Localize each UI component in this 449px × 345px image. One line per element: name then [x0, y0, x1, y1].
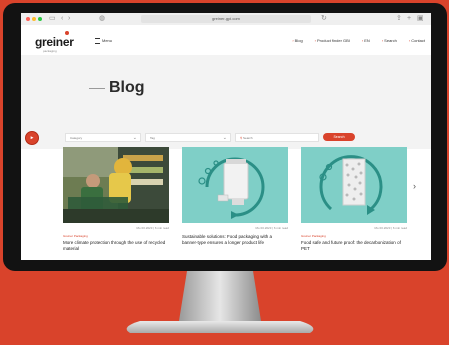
close-window-icon[interactable] — [26, 17, 30, 21]
nav-product-finder[interactable]: Product finder GBI — [315, 38, 350, 43]
site-header: greiner packaging Menu Blog Product find… — [21, 25, 431, 55]
monitor-bezel: ▭ ‹ › ◍ greiner-gpi.com ↻ ⇪ + ▣ greiner … — [3, 3, 447, 271]
blog-hero: Blog — [21, 55, 431, 129]
browser-window: ▭ ‹ › ◍ greiner-gpi.com ↻ ⇪ + ▣ greiner … — [21, 13, 431, 260]
reload-icon[interactable]: ↻ — [321, 14, 327, 24]
carousel-next-icon[interactable]: › — [413, 181, 416, 191]
nav-contact[interactable]: Contact — [409, 38, 425, 43]
menu-label: Menu — [102, 38, 113, 44]
logo-subtitle: packaging — [43, 49, 57, 53]
logo-dot-icon — [65, 31, 69, 35]
tag-select[interactable]: Tag ⌄ — [145, 133, 231, 142]
shield-icon[interactable]: ◍ — [99, 14, 105, 24]
forward-icon[interactable]: › — [68, 14, 70, 24]
card-title[interactable]: Food safe and future proof: the decarbon… — [301, 240, 407, 251]
chevron-down-icon: ⌄ — [132, 135, 137, 141]
blog-card[interactable]: Mo 00.2023 | 6 min read Greiner Packagin… — [63, 147, 169, 251]
chevron-down-icon: ⌄ — [222, 135, 227, 141]
card-image — [182, 147, 288, 223]
supermarket-photo — [63, 147, 169, 223]
card-category[interactable]: Greiner Packaging — [63, 234, 169, 238]
tag-select-label: Tag — [150, 136, 155, 140]
page-title: Blog — [109, 79, 145, 96]
monitor-stand — [179, 271, 261, 321]
tab-overview-icon[interactable]: ▣ — [417, 14, 424, 24]
category-select-label: Category — [70, 136, 83, 140]
card-category[interactable]: Greiner Packaging — [301, 234, 407, 238]
nav-blog[interactable]: Blog — [292, 38, 303, 43]
side-tab-icon[interactable]: ▸ — [25, 131, 39, 145]
filter-bar: Category ⌄ Tag ⌄ ⚲ Search Search — [21, 129, 431, 149]
minimize-window-icon[interactable] — [32, 17, 36, 21]
sidebar-toggle-icon[interactable]: ▭ — [49, 14, 56, 24]
address-bar[interactable]: greiner-gpi.com — [141, 15, 311, 23]
category-select[interactable]: Category ⌄ — [65, 133, 141, 142]
card-date: Mo 00.2023 | 6 min read — [136, 226, 169, 230]
blog-card[interactable]: Mo 00.2023 | 6 min read Sustainable solu… — [182, 147, 288, 245]
top-nav: Blog Product finder GBI EN Search Contac… — [292, 38, 425, 43]
maximize-window-icon[interactable] — [38, 17, 42, 21]
card-image — [301, 147, 407, 223]
card-title[interactable]: More climate protection through the use … — [63, 240, 169, 251]
menu-button[interactable]: Menu — [95, 38, 112, 44]
monitor-base — [126, 321, 314, 333]
card-date: Mo 00.2023 | 6 min read — [374, 226, 407, 230]
card-date: Mo 00.2023 | 6 min read — [255, 226, 288, 230]
card-title[interactable]: Sustainable solutions: Food packaging wi… — [182, 234, 288, 245]
card-image — [63, 147, 169, 223]
search-button[interactable]: Search — [323, 133, 355, 141]
share-icon[interactable]: ⇪ — [396, 14, 402, 24]
nav-language[interactable]: EN — [362, 38, 370, 43]
hamburger-icon — [95, 38, 100, 44]
back-icon[interactable]: ‹ — [61, 14, 63, 24]
hero-divider — [89, 88, 105, 89]
nav-search[interactable]: Search — [382, 38, 397, 43]
new-tab-icon[interactable]: + — [407, 14, 411, 24]
search-placeholder: Search — [243, 136, 253, 140]
recycled-material-illustration — [301, 147, 407, 223]
packaging-cycle-illustration — [182, 147, 288, 223]
blog-card[interactable]: Mo 00.2023 | 6 min read Greiner Packagin… — [301, 147, 407, 251]
search-input[interactable]: ⚲ Search — [235, 133, 319, 142]
greiner-logo[interactable]: greiner — [35, 35, 74, 49]
